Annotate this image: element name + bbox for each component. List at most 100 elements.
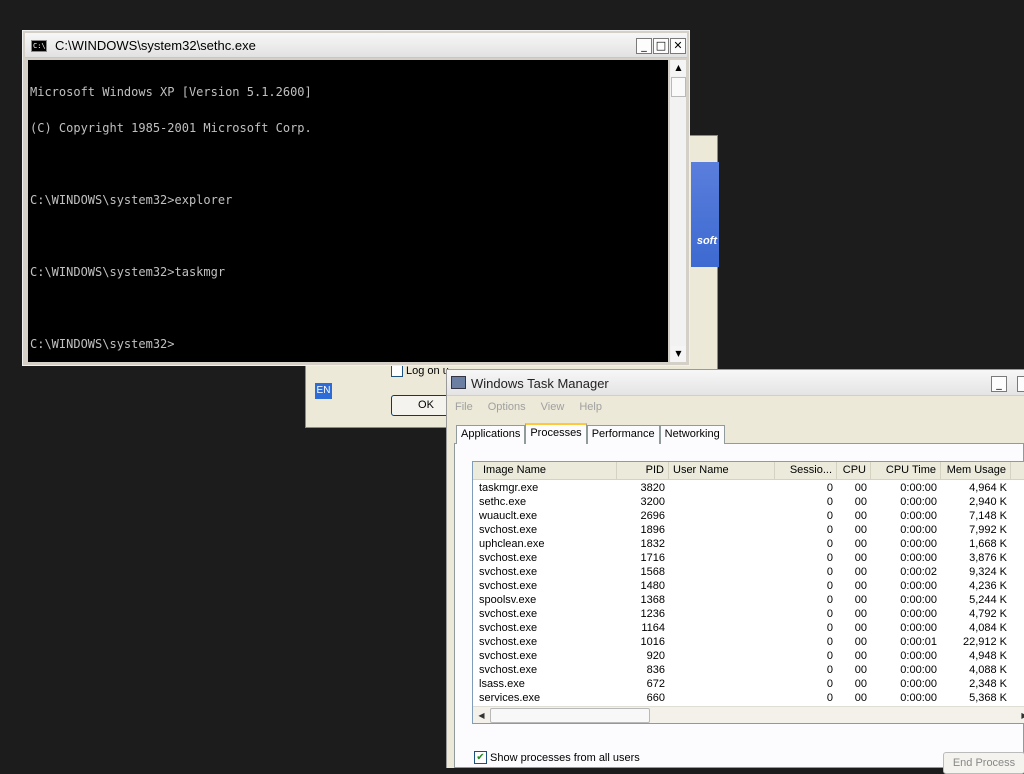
console-app-icon[interactable]: C:\ — [31, 40, 47, 52]
show-all-users-checkbox[interactable]: ✔ Show processes from all users — [474, 751, 640, 764]
process-cpu-time: 0:00:00 — [900, 622, 937, 634]
scroll-down-icon[interactable]: ▼ — [671, 346, 686, 362]
process-mem-usage: 1,668 K — [969, 538, 1007, 550]
process-session: 0 — [826, 524, 833, 536]
process-cpu: 00 — [854, 608, 867, 620]
table-row[interactable]: taskmgr.exe 3820 0 00 0:00:00 4,964 K — [473, 481, 1024, 495]
process-list[interactable]: Image Name PID User Name Sessio... CPU C… — [472, 461, 1024, 724]
process-user — [669, 607, 775, 621]
scroll-left-icon[interactable]: ◀ — [474, 708, 489, 723]
col-pid[interactable]: PID — [617, 462, 669, 480]
console-vertical-scrollbar[interactable]: ▲ ▼ — [669, 60, 686, 362]
process-name: svchost.exe — [479, 524, 538, 536]
process-user — [669, 649, 775, 663]
table-row[interactable]: wuauclt.exe 2696 0 00 0:00:00 7,148 K — [473, 509, 1024, 523]
table-row[interactable]: svchost.exe 1568 0 00 0:00:02 9,324 K — [473, 565, 1024, 579]
table-row[interactable]: svchost.exe 1480 0 00 0:00:00 4,236 K — [473, 579, 1024, 593]
col-session[interactable]: Sessio... — [775, 462, 837, 480]
process-rows: taskmgr.exe 3820 0 00 0:00:00 4,964 Ksethc.ex… — [473, 481, 1024, 723]
process-user — [669, 635, 775, 649]
table-row[interactable]: svchost.exe 1164 0 00 0:00:00 4,084 K — [473, 621, 1024, 635]
process-user — [669, 523, 775, 537]
process-pid: 1568 — [640, 566, 665, 578]
table-row[interactable]: svchost.exe 1236 0 00 0:00:00 4,792 K — [473, 607, 1024, 621]
process-cpu: 00 — [854, 678, 867, 690]
process-cpu-time: 0:00:02 — [900, 566, 937, 578]
task-manager-titlebar[interactable]: Windows Task Manager _ — [447, 370, 1024, 396]
process-pid: 920 — [646, 650, 665, 662]
end-process-button[interactable]: End Process — [943, 752, 1024, 774]
scroll-up-icon[interactable]: ▲ — [671, 60, 686, 76]
table-row[interactable]: sethc.exe 3200 0 00 0:00:00 2,940 K — [473, 495, 1024, 509]
tab-strip: Applications Processes Performance Netwo… — [456, 423, 725, 444]
tab-applications[interactable]: Applications — [456, 425, 526, 444]
process-mem-usage: 4,948 K — [969, 650, 1007, 662]
process-user — [669, 579, 775, 593]
process-cpu-time: 0:00:00 — [900, 692, 937, 704]
table-row[interactable]: svchost.exe 920 0 00 0:00:00 4,948 K — [473, 649, 1024, 663]
horizontal-scroll-thumb[interactable] — [490, 708, 650, 723]
menu-help[interactable]: Help — [579, 397, 602, 417]
process-list-header: Image Name PID User Name Sessio... CPU C… — [473, 462, 1024, 480]
process-list-horizontal-scrollbar[interactable]: ◀ ▶ — [473, 706, 1024, 723]
process-pid: 3820 — [640, 482, 665, 494]
console-line: C:\WINDOWS\system32>taskmgr — [30, 265, 226, 279]
col-image-name[interactable]: Image Name — [473, 462, 617, 480]
table-row[interactable]: services.exe 660 0 00 0:00:00 5,368 K — [473, 691, 1024, 705]
menu-options[interactable]: Options — [488, 397, 526, 417]
process-session: 0 — [826, 622, 833, 634]
col-user-name[interactable]: User Name — [669, 462, 775, 480]
close-button[interactable]: ✕ — [670, 38, 686, 54]
process-cpu: 00 — [854, 566, 867, 578]
tab-performance[interactable]: Performance — [586, 425, 660, 444]
tab-processes[interactable]: Processes — [525, 423, 587, 444]
process-cpu-time: 0:00:01 — [900, 636, 937, 648]
tab-networking[interactable]: Networking — [659, 425, 725, 444]
scroll-thumb[interactable] — [671, 77, 686, 97]
process-pid: 1368 — [640, 594, 665, 606]
process-name: lsass.exe — [479, 678, 525, 690]
task-manager-title: Windows Task Manager — [471, 376, 609, 391]
table-row[interactable]: lsass.exe 672 0 00 0:00:00 2,348 K — [473, 677, 1024, 691]
tm-minimize-button[interactable]: _ — [991, 376, 1007, 392]
process-mem-usage: 5,368 K — [969, 692, 1007, 704]
table-row[interactable]: svchost.exe 1016 0 00 0:00:01 22,912 K — [473, 635, 1024, 649]
tm-maximize-button[interactable] — [1017, 376, 1024, 392]
process-cpu: 00 — [854, 650, 867, 662]
menu-view[interactable]: View — [541, 397, 565, 417]
process-user — [669, 481, 775, 495]
process-session: 0 — [826, 566, 833, 578]
col-mem-usage[interactable]: Mem Usage — [941, 462, 1011, 480]
process-user — [669, 593, 775, 607]
table-row[interactable]: svchost.exe 1896 0 00 0:00:00 7,992 K — [473, 523, 1024, 537]
process-cpu-time: 0:00:00 — [900, 678, 937, 690]
process-cpu-time: 0:00:00 — [900, 664, 937, 676]
col-cpu[interactable]: CPU — [837, 462, 871, 480]
process-name: wuauclt.exe — [479, 510, 538, 522]
maximize-button[interactable]: □ — [653, 38, 669, 54]
process-mem-usage: 4,964 K — [969, 482, 1007, 494]
table-row[interactable]: svchost.exe 836 0 00 0:00:00 4,088 K — [473, 663, 1024, 677]
process-session: 0 — [826, 594, 833, 606]
menu-file[interactable]: File — [455, 397, 473, 417]
language-indicator[interactable]: EN — [315, 383, 332, 399]
col-cpu-time[interactable]: CPU Time — [871, 462, 941, 480]
process-session: 0 — [826, 664, 833, 676]
checkmark-icon[interactable]: ✔ — [474, 751, 487, 764]
console-titlebar[interactable]: C:\ C:\WINDOWS\system32\sethc.exe _ □ ✕ — [25, 33, 687, 58]
table-row[interactable]: spoolsv.exe 1368 0 00 0:00:00 5,244 K — [473, 593, 1024, 607]
process-pid: 3200 — [640, 496, 665, 508]
process-mem-usage: 4,792 K — [969, 608, 1007, 620]
table-row[interactable]: uphclean.exe 1832 0 00 0:00:00 1,668 K — [473, 537, 1024, 551]
table-row[interactable]: svchost.exe 1716 0 00 0:00:00 3,876 K — [473, 551, 1024, 565]
minimize-button[interactable]: _ — [636, 38, 652, 54]
process-user — [669, 663, 775, 677]
task-manager-window: Windows Task Manager _ File Options View… — [446, 369, 1024, 774]
scroll-right-icon[interactable]: ▶ — [1017, 708, 1024, 723]
console-line: C:\WINDOWS\system32> — [30, 337, 175, 351]
console-output[interactable]: Microsoft Windows XP [Version 5.1.2600] … — [28, 60, 668, 362]
process-cpu-time: 0:00:00 — [900, 552, 937, 564]
process-name: uphclean.exe — [479, 538, 545, 550]
task-manager-app-icon — [451, 376, 466, 389]
process-cpu-time: 0:00:00 — [900, 510, 937, 522]
